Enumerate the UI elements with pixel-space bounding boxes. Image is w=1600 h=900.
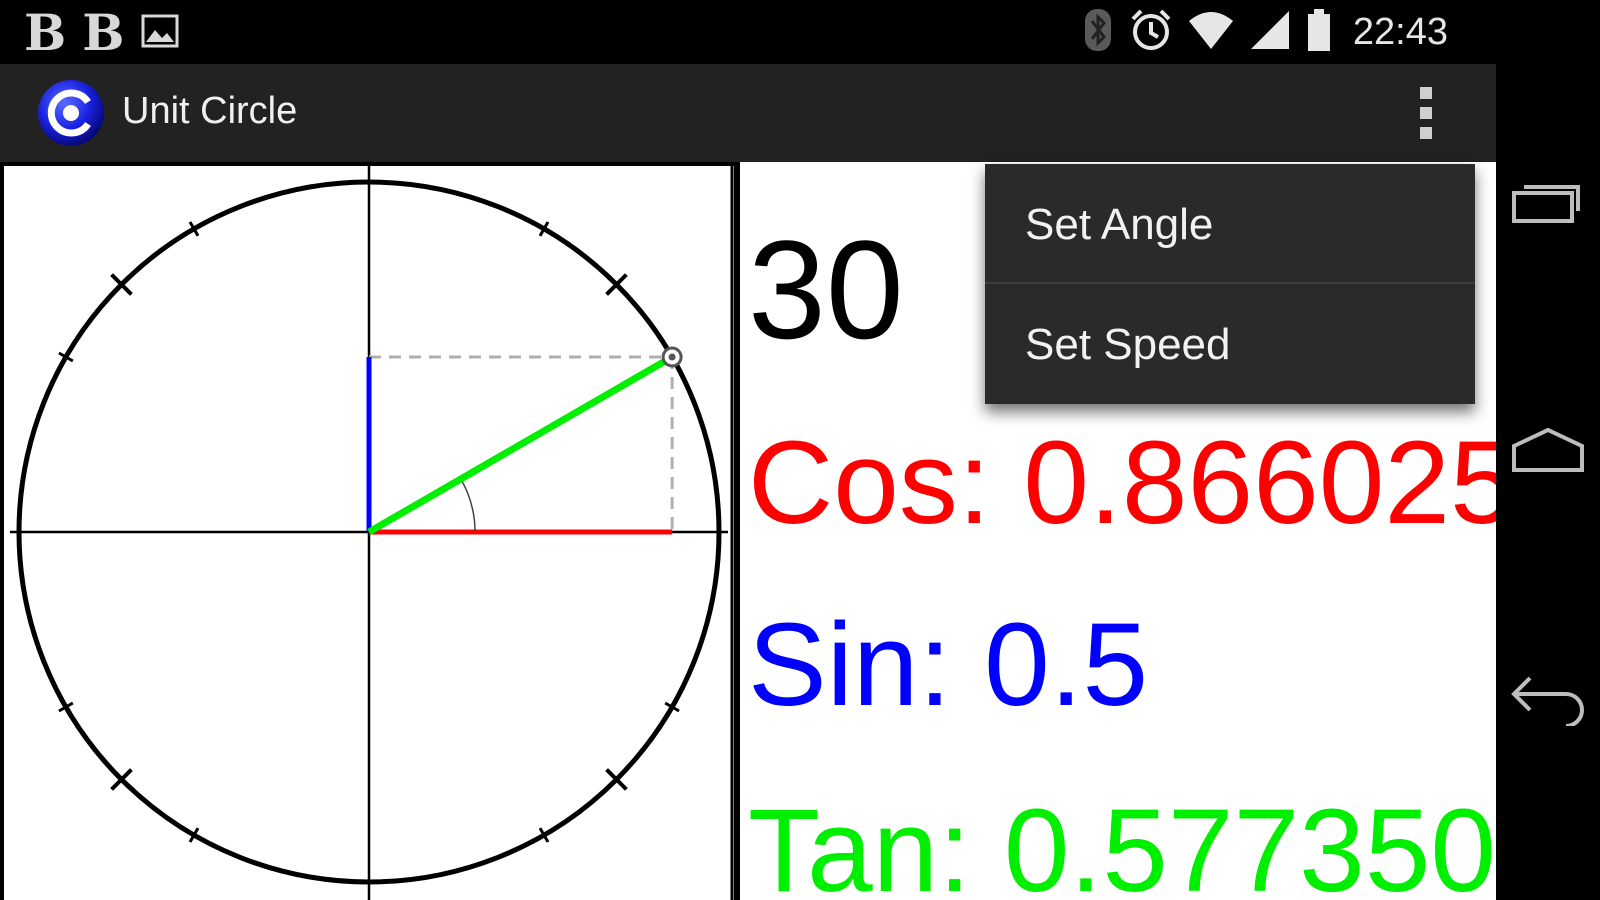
app-title: Unit Circle [122,90,298,132]
action-bar: Unit Circle [0,64,1496,162]
status-bar-system-icons: 22:43 [1081,6,1448,58]
alarm-clock-icon [1129,7,1173,57]
b-notification-icon: B [24,3,67,62]
overflow-menu-icon[interactable] [1402,80,1450,146]
menu-item-label: Set Angle [1025,200,1214,249]
status-bar: B B 22:43 [0,0,1496,64]
overflow-dot [1420,87,1432,99]
navigation-bar [1496,0,1600,900]
image-notification-icon [141,14,179,52]
cos-value: Cos: 0.866025 [748,417,1496,549]
angle-arc [460,478,476,533]
menu-item-set-angle[interactable]: Set Angle [985,164,1475,284]
screen: B B 22:43 Unit Circle 30 Cos: 0.866025 S… [0,0,1600,900]
status-bar-clock: 22:43 [1352,10,1448,53]
recent-apps-icon[interactable] [1508,160,1588,240]
angle-value: 30 [748,211,904,368]
overflow-dot [1420,107,1432,119]
sin-value: Sin: 0.5 [748,599,1149,731]
unit-circle-app-icon[interactable] [36,78,106,148]
menu-item-label: Set Speed [1025,320,1231,369]
bluetooth-icon [1081,7,1115,57]
unit-circle-diagram[interactable] [4,166,734,900]
tan-value: Tan: 0.577350 [748,785,1496,900]
wifi-icon [1187,9,1235,55]
menu-item-set-speed[interactable]: Set Speed [985,284,1475,404]
status-bar-notifications: B B [24,8,179,58]
radius-line [367,353,674,536]
b-notification-icon: B [82,3,125,62]
overflow-dot [1420,127,1432,139]
home-icon[interactable] [1508,410,1588,490]
overflow-popup-menu: Set Angle Set Speed [985,164,1475,404]
back-icon[interactable] [1508,658,1588,738]
point-marker-center [668,353,676,361]
unit-circle-panel[interactable] [4,166,734,900]
cell-signal-icon [1249,9,1291,55]
battery-icon [1305,7,1333,57]
